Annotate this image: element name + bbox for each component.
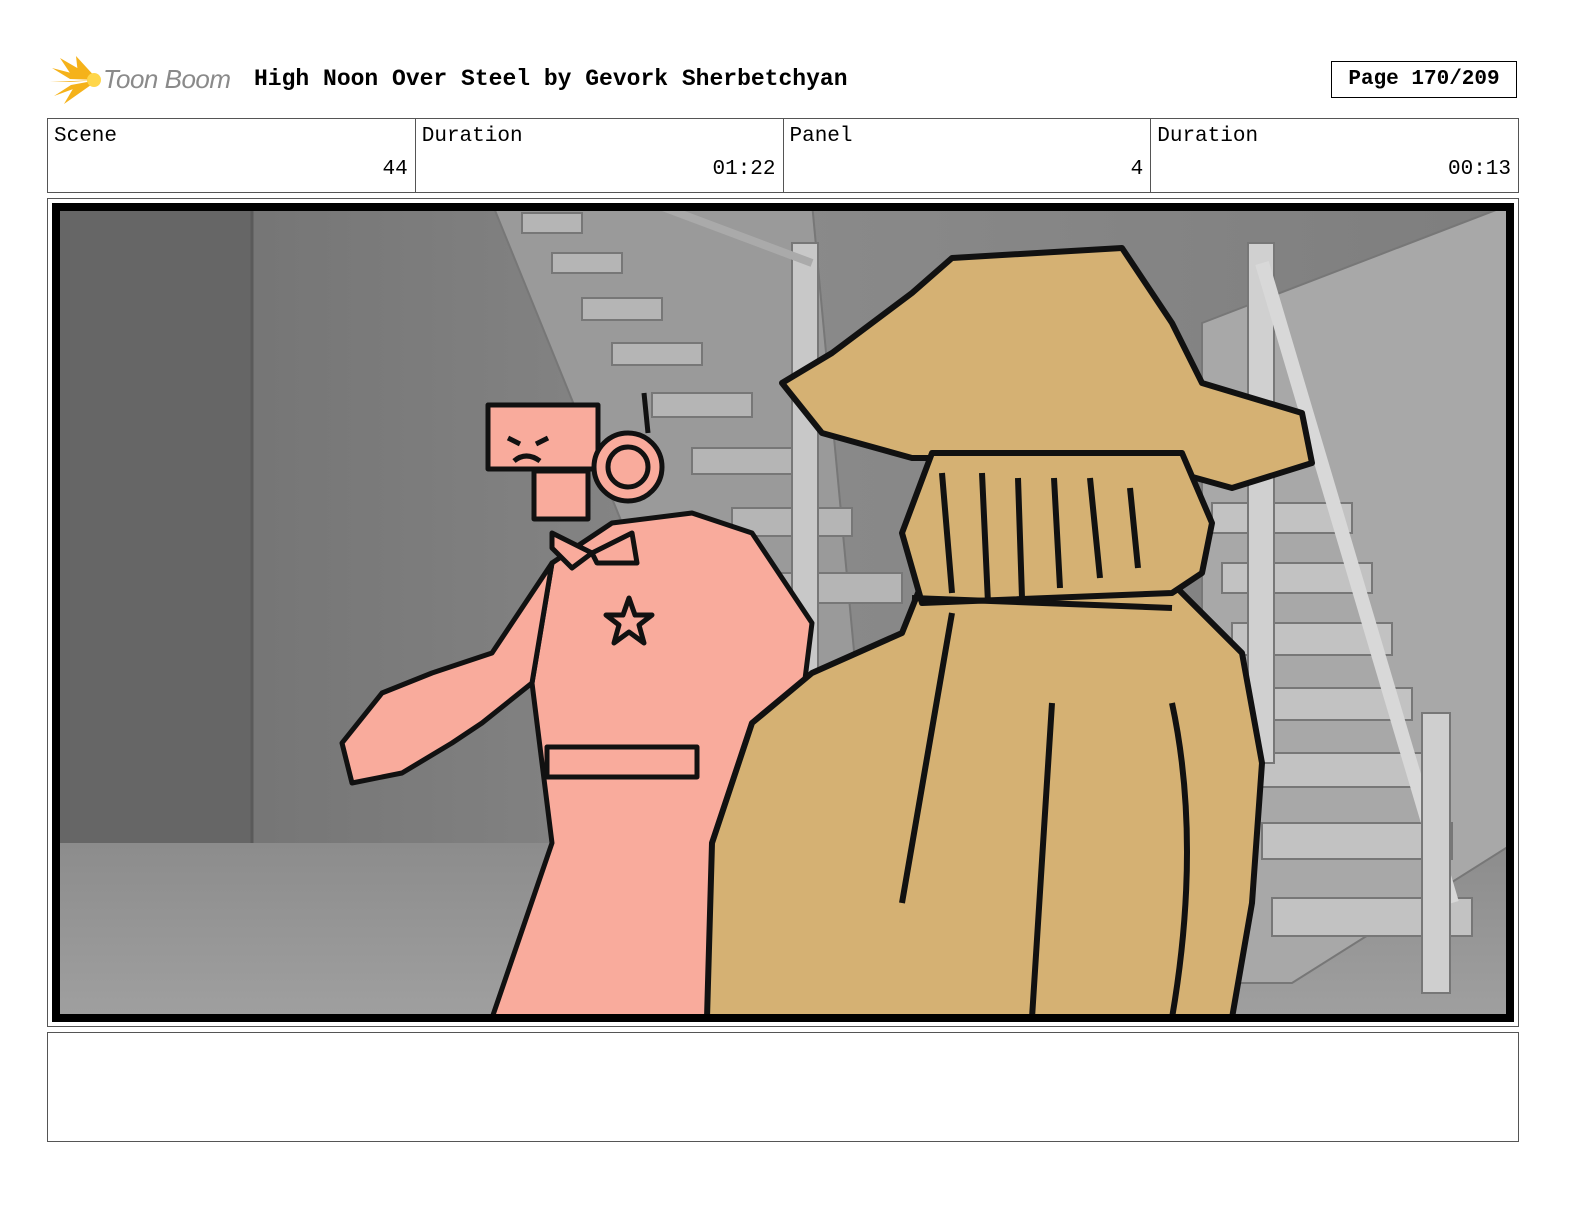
scene-value: 44 bbox=[382, 158, 408, 181]
storyboard-panel-image bbox=[52, 203, 1514, 1022]
scene-duration-label: Duration bbox=[421, 125, 523, 148]
sunburst-logo-icon bbox=[50, 56, 101, 104]
scene-duration-cell: Duration 01:22 bbox=[416, 119, 784, 192]
panel-info-table: Scene 44 Duration 01:22 Panel 4 Duration… bbox=[47, 118, 1519, 193]
scene-duration-value: 01:22 bbox=[712, 158, 776, 181]
panel-value: 4 bbox=[1130, 158, 1144, 181]
panel-label: Panel bbox=[789, 125, 853, 148]
logo-wordmark: Toon Boom bbox=[103, 64, 231, 94]
panel-duration-label: Duration bbox=[1157, 125, 1259, 148]
panel-notes-box bbox=[47, 1032, 1519, 1142]
document-title: High Noon Over Steel by Gevork Sherbetch… bbox=[254, 66, 848, 92]
page-indicator: Page 170/209 bbox=[1331, 61, 1517, 98]
panel-duration-value: 00:13 bbox=[1447, 158, 1511, 181]
toon-boom-logo: Toon Boom bbox=[50, 54, 240, 106]
scene-cell: Scene 44 bbox=[48, 119, 416, 192]
panel-duration-cell: Duration 00:13 bbox=[1151, 119, 1518, 192]
scene-label: Scene bbox=[54, 125, 118, 148]
panel-cell: Panel 4 bbox=[784, 119, 1152, 192]
